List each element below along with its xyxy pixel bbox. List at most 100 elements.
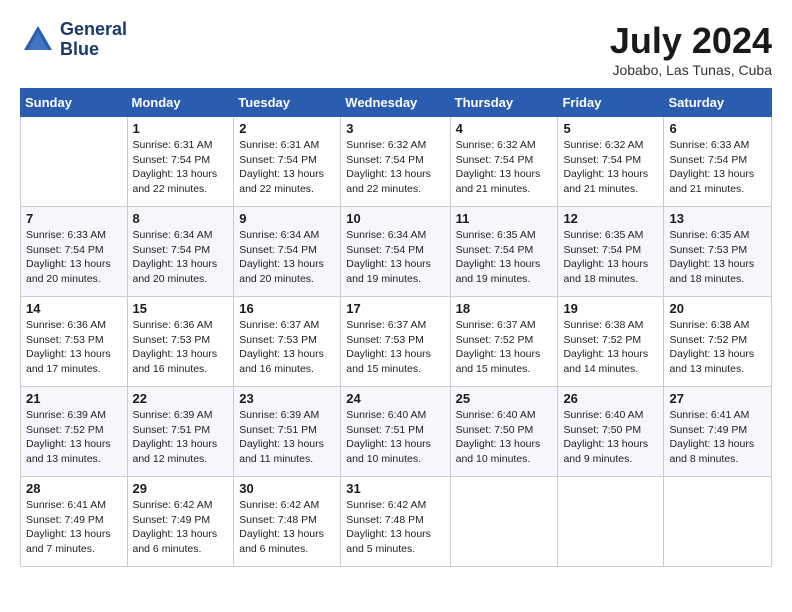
week-row-2: 7 Sunrise: 6:33 AMSunset: 7:54 PMDaylight… <box>21 207 772 297</box>
cell-info: Sunrise: 6:40 AMSunset: 7:50 PMDaylight:… <box>456 408 553 467</box>
calendar-cell: 24 Sunrise: 6:40 AMSunset: 7:51 PMDayligh… <box>341 387 450 477</box>
day-number: 24 <box>346 391 444 406</box>
calendar-cell: 10Sunrise: 6:34 AMSunset: 7:54 PMDayligh… <box>341 207 450 297</box>
day-number: 8 <box>133 211 229 226</box>
day-number: 31 <box>346 481 444 496</box>
week-row-1: 1 Sunrise: 6:31 AMSunset: 7:54 PMDaylight… <box>21 117 772 207</box>
day-number: 29 <box>133 481 229 496</box>
calendar-cell: 18 Sunrise: 6:37 AMSunset: 7:52 PMDayligh… <box>450 297 558 387</box>
day-number: 5 <box>563 121 658 136</box>
cell-info: Sunrise: 6:40 AMSunset: 7:51 PMDaylight:… <box>346 408 444 467</box>
header-day-sunday: Sunday <box>21 89 128 117</box>
day-number: 10 <box>346 211 444 226</box>
day-number: 15 <box>133 301 229 316</box>
calendar-body: 1 Sunrise: 6:31 AMSunset: 7:54 PMDaylight… <box>21 117 772 567</box>
day-number: 13 <box>669 211 766 226</box>
calendar-cell: 4 Sunrise: 6:32 AMSunset: 7:54 PMDaylight… <box>450 117 558 207</box>
logo-text: General Blue <box>60 20 127 60</box>
calendar-cell: 26 Sunrise: 6:40 AMSunset: 7:50 PMDayligh… <box>558 387 664 477</box>
calendar-header-row: SundayMondayTuesdayWednesdayThursdayFrid… <box>21 89 772 117</box>
calendar-cell: 20 Sunrise: 6:38 AMSunset: 7:52 PMDayligh… <box>664 297 772 387</box>
cell-info: Sunrise: 6:38 AMSunset: 7:52 PMDaylight:… <box>563 318 658 377</box>
day-number: 3 <box>346 121 444 136</box>
header-day-saturday: Saturday <box>664 89 772 117</box>
cell-info: Sunrise: 6:31 AMSunset: 7:54 PMDaylight:… <box>239 138 335 197</box>
day-number: 4 <box>456 121 553 136</box>
calendar-cell: 7 Sunrise: 6:33 AMSunset: 7:54 PMDaylight… <box>21 207 128 297</box>
cell-info: Sunrise: 6:39 AMSunset: 7:51 PMDaylight:… <box>133 408 229 467</box>
calendar-cell: 11 Sunrise: 6:35 AMSunset: 7:54 PMDayligh… <box>450 207 558 297</box>
day-number: 7 <box>26 211 122 226</box>
calendar-cell: 12Sunrise: 6:35 AMSunset: 7:54 PMDayligh… <box>558 207 664 297</box>
calendar-cell: 28 Sunrise: 6:41 AMSunset: 7:49 PMDayligh… <box>21 477 128 567</box>
cell-info: Sunrise: 6:35 AMSunset: 7:54 PMDaylight:… <box>456 228 553 287</box>
day-number: 20 <box>669 301 766 316</box>
day-number: 16 <box>239 301 335 316</box>
day-number: 2 <box>239 121 335 136</box>
week-row-3: 14Sunrise: 6:36 AMSunset: 7:53 PMDayligh… <box>21 297 772 387</box>
header-day-thursday: Thursday <box>450 89 558 117</box>
calendar-cell: 17Sunrise: 6:37 AMSunset: 7:53 PMDayligh… <box>341 297 450 387</box>
calendar-cell: 22 Sunrise: 6:39 AMSunset: 7:51 PMDayligh… <box>127 387 234 477</box>
cell-info: Sunrise: 6:33 AMSunset: 7:54 PMDaylight:… <box>26 228 122 287</box>
calendar-cell: 31 Sunrise: 6:42 AMSunset: 7:48 PMDayligh… <box>341 477 450 567</box>
cell-info: Sunrise: 6:40 AMSunset: 7:50 PMDaylight:… <box>563 408 658 467</box>
calendar-cell <box>558 477 664 567</box>
calendar-cell: 3 Sunrise: 6:32 AMSunset: 7:54 PMDaylight… <box>341 117 450 207</box>
week-row-5: 28 Sunrise: 6:41 AMSunset: 7:49 PMDayligh… <box>21 477 772 567</box>
day-number: 23 <box>239 391 335 406</box>
calendar-cell <box>664 477 772 567</box>
cell-info: Sunrise: 6:31 AMSunset: 7:54 PMDaylight:… <box>133 138 229 197</box>
cell-info: Sunrise: 6:33 AMSunset: 7:54 PMDaylight:… <box>669 138 766 197</box>
week-row-4: 21 Sunrise: 6:39 AMSunset: 7:52 PMDayligh… <box>21 387 772 477</box>
calendar-cell: 15Sunrise: 6:36 AMSunset: 7:53 PMDayligh… <box>127 297 234 387</box>
location: Jobabo, Las Tunas, Cuba <box>610 62 772 78</box>
day-number: 25 <box>456 391 553 406</box>
logo-icon <box>20 22 56 58</box>
calendar-cell: 14Sunrise: 6:36 AMSunset: 7:53 PMDayligh… <box>21 297 128 387</box>
day-number: 18 <box>456 301 553 316</box>
day-number: 27 <box>669 391 766 406</box>
day-number: 22 <box>133 391 229 406</box>
header-day-wednesday: Wednesday <box>341 89 450 117</box>
month-title: July 2024 <box>610 20 772 62</box>
page-header: General Blue July 2024 Jobabo, Las Tunas… <box>20 20 772 78</box>
logo: General Blue <box>20 20 127 60</box>
cell-info: Sunrise: 6:37 AMSunset: 7:52 PMDaylight:… <box>456 318 553 377</box>
header-day-friday: Friday <box>558 89 664 117</box>
calendar-table: SundayMondayTuesdayWednesdayThursdayFrid… <box>20 88 772 567</box>
calendar-cell: 21 Sunrise: 6:39 AMSunset: 7:52 PMDayligh… <box>21 387 128 477</box>
day-number: 11 <box>456 211 553 226</box>
calendar-cell <box>450 477 558 567</box>
cell-info: Sunrise: 6:32 AMSunset: 7:54 PMDaylight:… <box>456 138 553 197</box>
cell-info: Sunrise: 6:32 AMSunset: 7:54 PMDaylight:… <box>346 138 444 197</box>
cell-info: Sunrise: 6:34 AMSunset: 7:54 PMDaylight:… <box>133 228 229 287</box>
calendar-cell <box>21 117 128 207</box>
day-number: 12 <box>563 211 658 226</box>
calendar-cell: 29Sunrise: 6:42 AMSunset: 7:49 PMDayligh… <box>127 477 234 567</box>
cell-info: Sunrise: 6:41 AMSunset: 7:49 PMDaylight:… <box>26 498 122 557</box>
day-number: 1 <box>133 121 229 136</box>
cell-info: Sunrise: 6:36 AMSunset: 7:53 PMDaylight:… <box>26 318 122 377</box>
calendar-cell: 8 Sunrise: 6:34 AMSunset: 7:54 PMDaylight… <box>127 207 234 297</box>
calendar-cell: 9 Sunrise: 6:34 AMSunset: 7:54 PMDaylight… <box>234 207 341 297</box>
day-number: 19 <box>563 301 658 316</box>
cell-info: Sunrise: 6:34 AMSunset: 7:54 PMDaylight:… <box>239 228 335 287</box>
calendar-cell: 6Sunrise: 6:33 AMSunset: 7:54 PMDaylight… <box>664 117 772 207</box>
cell-info: Sunrise: 6:37 AMSunset: 7:53 PMDaylight:… <box>239 318 335 377</box>
calendar-cell: 5 Sunrise: 6:32 AMSunset: 7:54 PMDaylight… <box>558 117 664 207</box>
day-number: 21 <box>26 391 122 406</box>
day-number: 26 <box>563 391 658 406</box>
calendar-cell: 23Sunrise: 6:39 AMSunset: 7:51 PMDayligh… <box>234 387 341 477</box>
cell-info: Sunrise: 6:39 AMSunset: 7:52 PMDaylight:… <box>26 408 122 467</box>
cell-info: Sunrise: 6:32 AMSunset: 7:54 PMDaylight:… <box>563 138 658 197</box>
calendar-cell: 27Sunrise: 6:41 AMSunset: 7:49 PMDayligh… <box>664 387 772 477</box>
day-number: 28 <box>26 481 122 496</box>
cell-info: Sunrise: 6:42 AMSunset: 7:48 PMDaylight:… <box>346 498 444 557</box>
cell-info: Sunrise: 6:42 AMSunset: 7:48 PMDaylight:… <box>239 498 335 557</box>
header-day-tuesday: Tuesday <box>234 89 341 117</box>
cell-info: Sunrise: 6:35 AMSunset: 7:53 PMDaylight:… <box>669 228 766 287</box>
cell-info: Sunrise: 6:38 AMSunset: 7:52 PMDaylight:… <box>669 318 766 377</box>
day-number: 9 <box>239 211 335 226</box>
calendar-cell: 19 Sunrise: 6:38 AMSunset: 7:52 PMDayligh… <box>558 297 664 387</box>
